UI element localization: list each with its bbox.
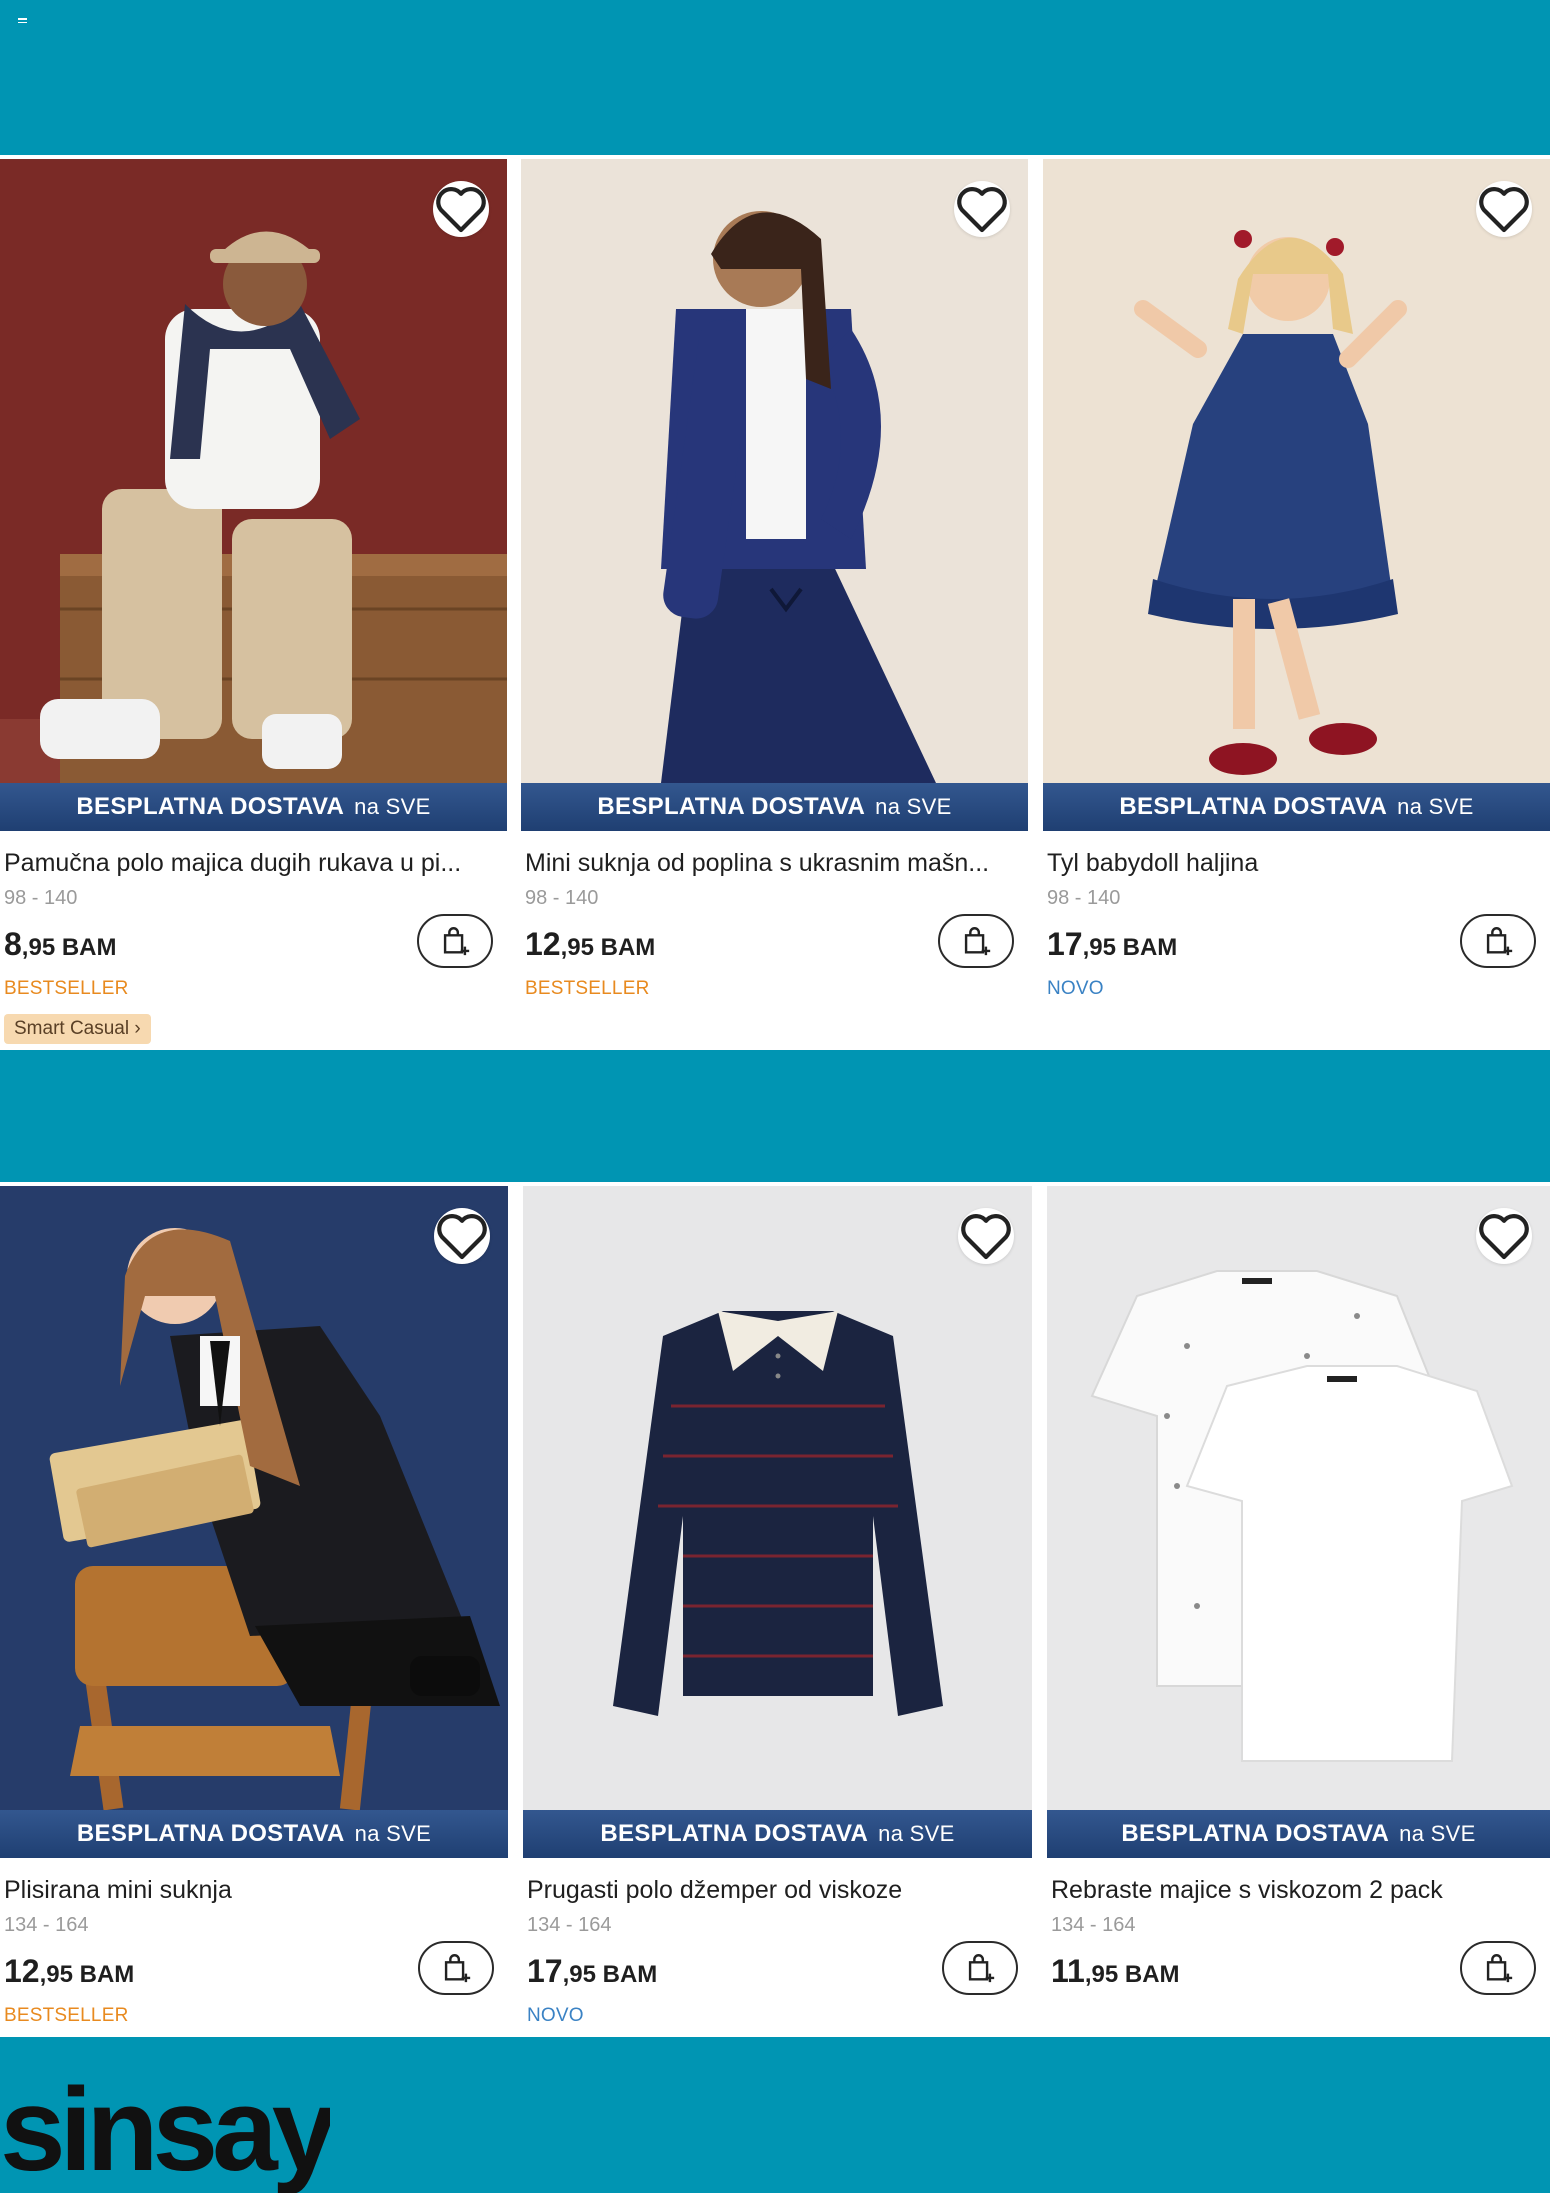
product-name[interactable]: Pamučna polo majica dugih rukava u pi... [4, 849, 494, 878]
product-sizes: 98 - 140 [4, 887, 78, 909]
shopping-bag-plus-icon [968, 1954, 995, 1983]
shopping-bag-plus-icon [444, 1954, 471, 1983]
product-badge: NOVO [1047, 978, 1104, 999]
product-card[interactable]: BESPLATNA DOSTAVA na SVE Mini suknja od p… [521, 159, 1028, 1000]
product-row-2: BESPLATNA DOSTAVA na SVE Plisirana mini s… [0, 1182, 1550, 2037]
product-row-1: BESPLATNA DOSTAVA na SVE Pamučna polo maj… [0, 155, 1550, 1050]
product-card[interactable]: BESPLATNA DOSTAVA na SVE Tyl babydoll hal… [1043, 159, 1550, 1000]
sinsay-logo: sinsay [0, 2070, 330, 2193]
product-image[interactable] [521, 159, 1028, 783]
product-name[interactable]: Plisirana mini suknja [4, 1876, 494, 1905]
product-name[interactable]: Mini suknja od poplina s ukrasnim mašn..… [525, 849, 1015, 878]
product-card[interactable]: BESPLATNA DOSTAVA na SVE Rebraste majice … [1047, 1186, 1550, 1999]
favorite-button[interactable] [1476, 181, 1532, 237]
product-name[interactable]: Prugasti polo džemper od viskoze [527, 1876, 1017, 1905]
add-to-cart-button[interactable] [418, 1941, 494, 1995]
heart-icon [957, 187, 1007, 233]
add-to-cart-button[interactable] [417, 914, 493, 968]
product-sizes: 134 - 164 [4, 1914, 89, 1936]
heart-icon [436, 187, 486, 233]
product-price: 12,95 BAM [4, 1953, 135, 1989]
favorite-button[interactable] [434, 1208, 490, 1264]
product-price: 12,95 BAM [525, 926, 656, 962]
favorite-button[interactable] [433, 181, 489, 237]
shopping-bag-plus-icon [1486, 1954, 1513, 1983]
favorite-button[interactable] [954, 181, 1010, 237]
product-price: 17,95 BAM [1047, 926, 1178, 962]
product-sizes: 134 - 164 [527, 1914, 612, 1936]
product-price: 17,95 BAM [527, 1953, 658, 1989]
shopping-bag-plus-icon [443, 927, 470, 956]
product-image[interactable] [0, 159, 507, 783]
free-shipping-banner: BESPLATNA DOSTAVA na SVE [0, 783, 507, 831]
heart-icon [437, 1214, 487, 1260]
product-name[interactable]: Rebraste majice s viskozom 2 pack [1051, 1876, 1541, 1905]
collection-chip[interactable]: Smart Casual › [4, 1014, 151, 1044]
heart-icon [1479, 1214, 1529, 1260]
add-to-cart-button[interactable] [1460, 1941, 1536, 1995]
product-price: 11,95 BAM [1051, 1953, 1180, 1989]
product-badge: BESTSELLER [525, 978, 650, 999]
product-sizes: 98 - 140 [525, 887, 599, 909]
shopping-bag-plus-icon [964, 927, 991, 956]
free-shipping-banner: BESPLATNA DOSTAVA na SVE [1047, 1810, 1550, 1858]
free-shipping-banner: BESPLATNA DOSTAVA na SVE [523, 1810, 1032, 1858]
product-sizes: 134 - 164 [1051, 1914, 1136, 1936]
shopping-bag-plus-icon [1486, 927, 1513, 956]
menu-icon[interactable] [18, 18, 27, 24]
product-card[interactable]: BESPLATNA DOSTAVA na SVE Plisirana mini s… [0, 1186, 508, 2027]
product-image[interactable] [0, 1186, 508, 1810]
free-shipping-banner: BESPLATNA DOSTAVA na SVE [1043, 783, 1550, 831]
product-card[interactable]: BESPLATNA DOSTAVA na SVE Pamučna polo maj… [0, 159, 507, 1044]
heart-icon [1479, 187, 1529, 233]
product-badge: BESTSELLER [4, 2005, 129, 2026]
product-image[interactable] [1043, 159, 1550, 783]
product-price: 8,95 BAM [4, 926, 117, 962]
product-name[interactable]: Tyl babydoll haljina [1047, 849, 1537, 878]
product-card[interactable]: BESPLATNA DOSTAVA na SVE Prugasti polo dž… [523, 1186, 1032, 2027]
free-shipping-banner: BESPLATNA DOSTAVA na SVE [0, 1810, 508, 1858]
product-image[interactable] [523, 1186, 1032, 1810]
product-image[interactable] [1047, 1186, 1550, 1810]
product-badge: NOVO [527, 2005, 584, 2026]
favorite-button[interactable] [1476, 1208, 1532, 1264]
svg-text:sinsay: sinsay [0, 2070, 330, 2193]
product-sizes: 98 - 140 [1047, 887, 1121, 909]
add-to-cart-button[interactable] [942, 1941, 1018, 1995]
favorite-button[interactable] [958, 1208, 1014, 1264]
heart-icon [961, 1214, 1011, 1260]
free-shipping-banner: BESPLATNA DOSTAVA na SVE [521, 783, 1028, 831]
add-to-cart-button[interactable] [938, 914, 1014, 968]
product-badge: BESTSELLER [4, 978, 129, 999]
add-to-cart-button[interactable] [1460, 914, 1536, 968]
